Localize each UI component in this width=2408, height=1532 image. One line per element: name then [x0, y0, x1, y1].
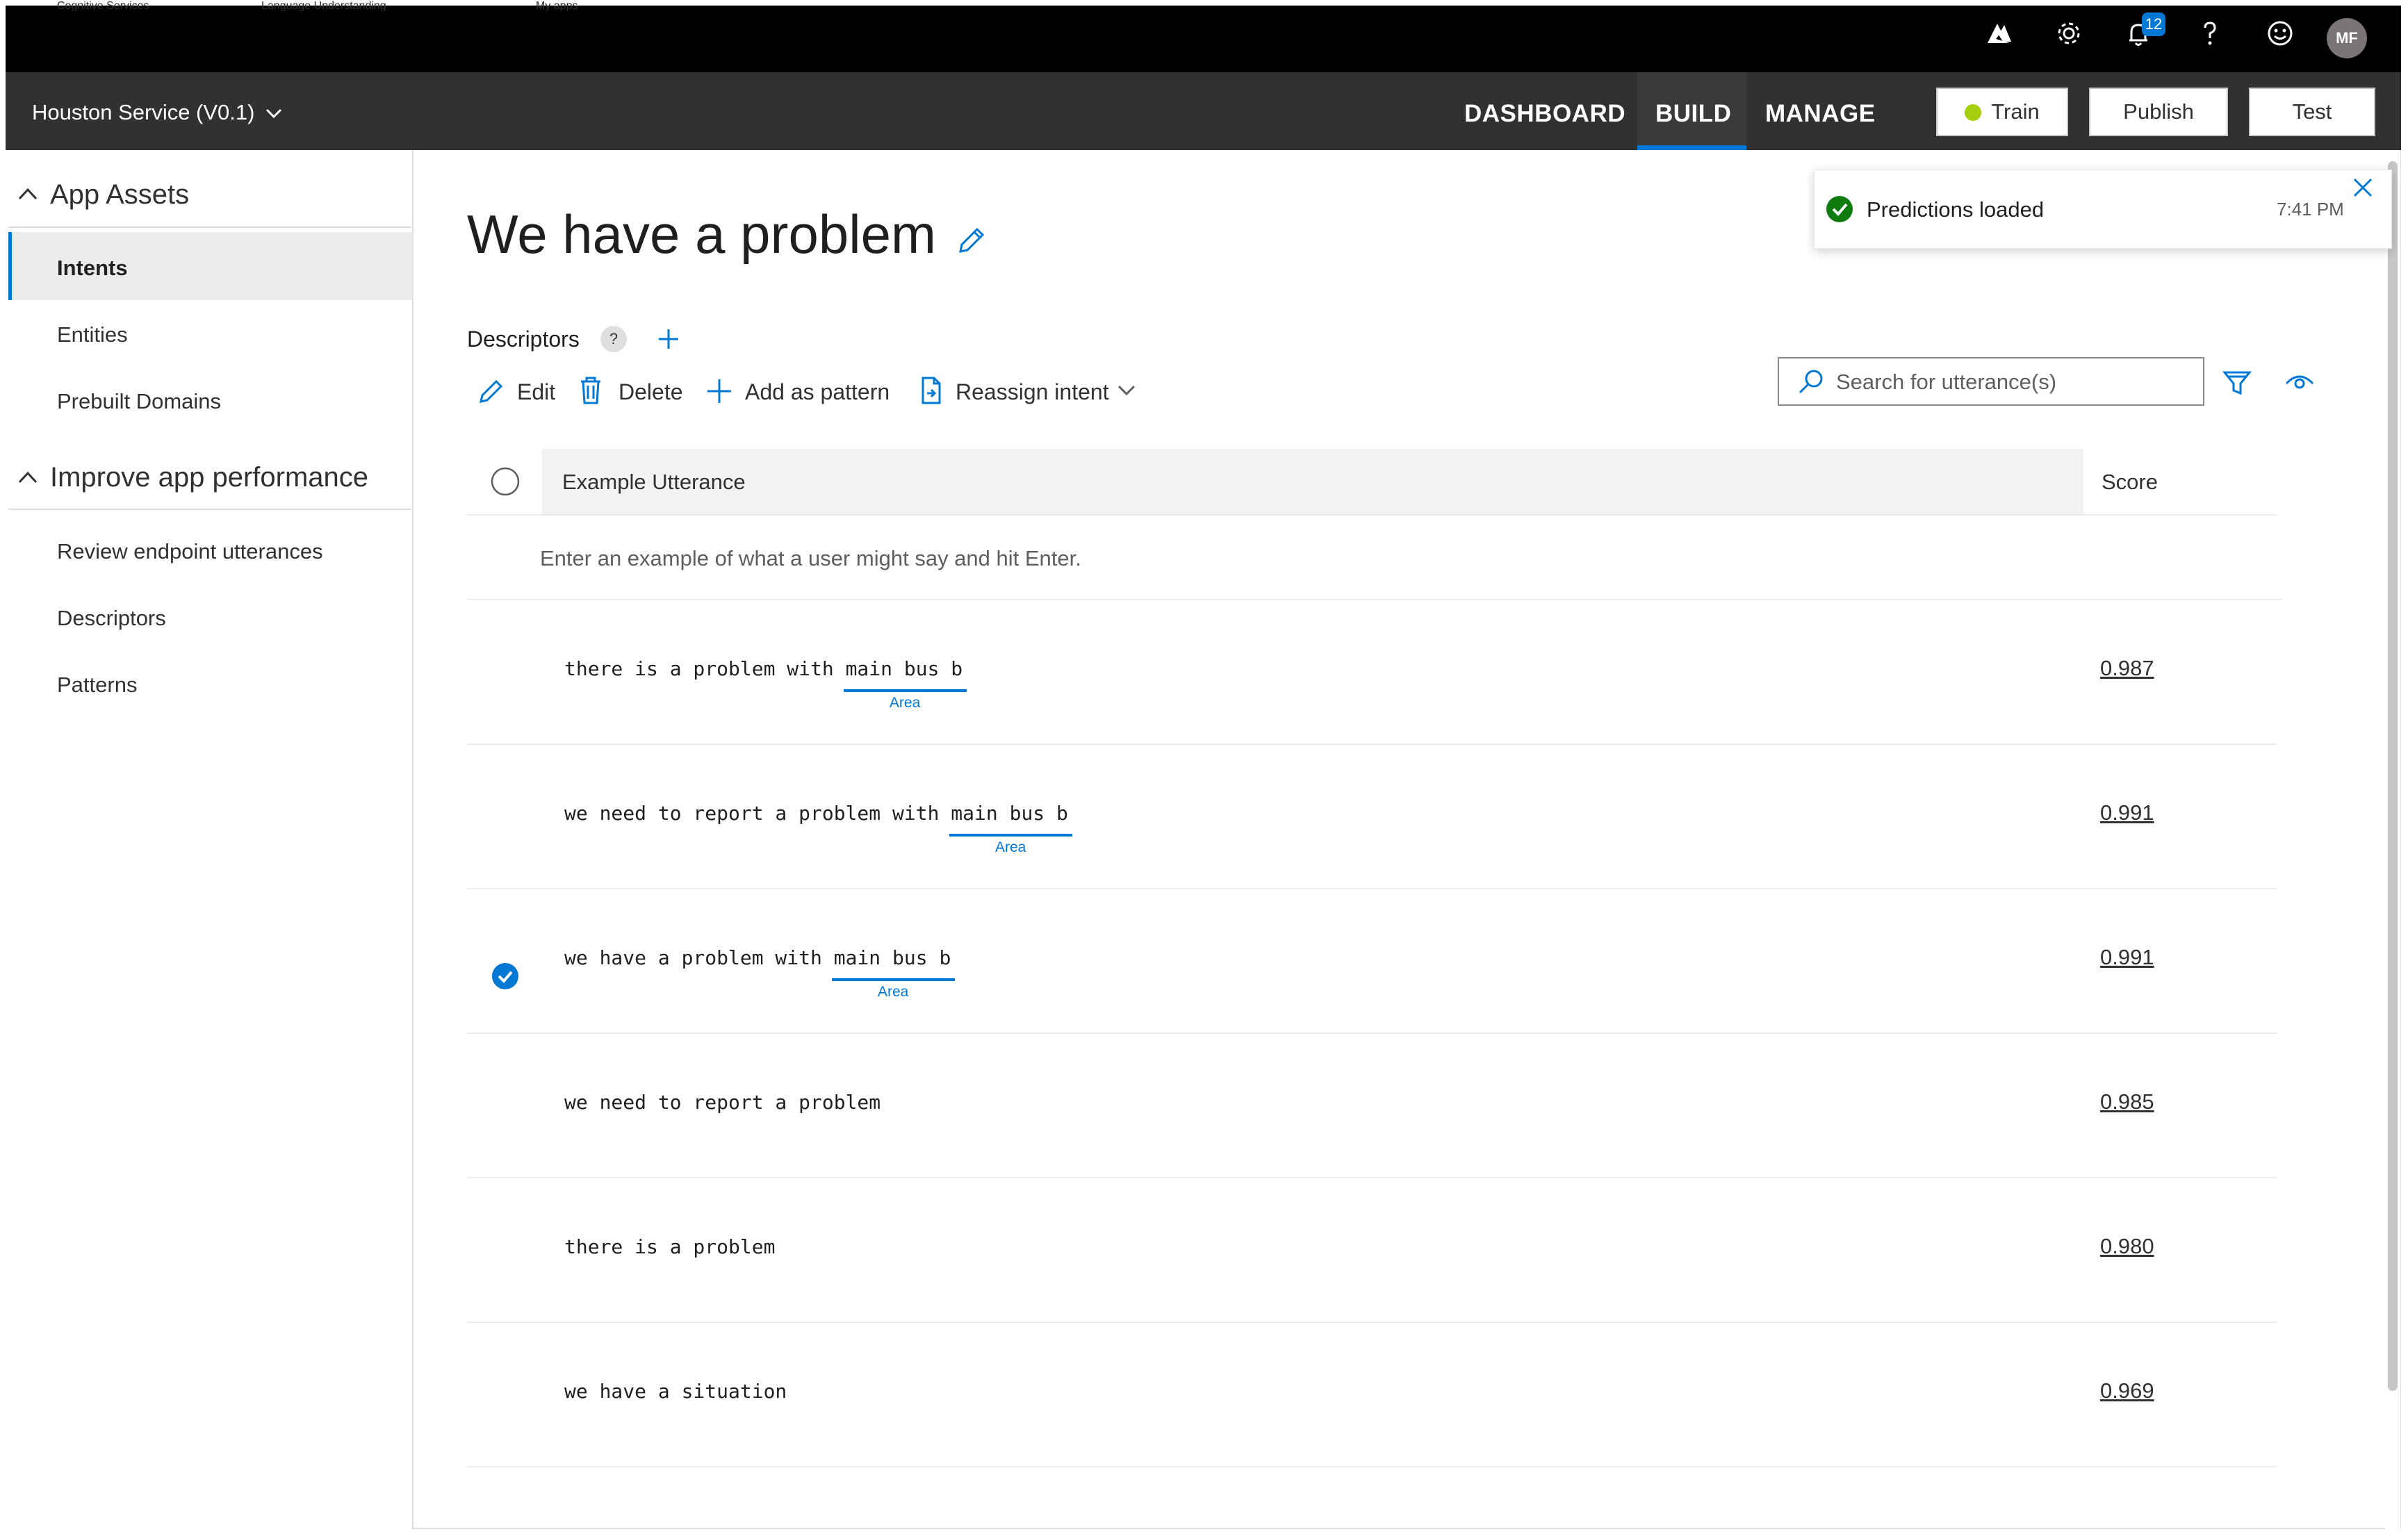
add-as-pattern-button[interactable]: Add as pattern — [745, 379, 890, 405]
gear-icon[interactable] — [2054, 18, 2084, 49]
score-link[interactable]: 0.969 — [2100, 1378, 2154, 1403]
sidebar — [6, 150, 413, 1529]
trash-icon[interactable] — [577, 375, 605, 406]
utterance-plain-text: we need to report a problem — [564, 1091, 881, 1114]
sidebar-item-descriptors[interactable]: Descriptors — [57, 606, 166, 631]
chevron-up-icon[interactable] — [17, 470, 39, 485]
success-check-icon — [1826, 196, 1853, 222]
table-header — [542, 449, 2083, 514]
column-header-score[interactable]: Score — [2102, 470, 2158, 495]
new-utterance-input[interactable]: Enter an example of what a user might sa… — [540, 546, 1081, 571]
table-divider — [467, 1321, 2277, 1323]
utterance-text[interactable]: we need to report a problem — [564, 1091, 881, 1114]
smiley-icon[interactable] — [2265, 18, 2295, 49]
utterance-text[interactable]: there is a problem with main bus b — [564, 657, 963, 680]
utterance-plain-text: we need to report a problem with — [564, 802, 951, 825]
search-placeholder: Search for utterance(s) — [1836, 370, 2057, 394]
section-divider — [8, 226, 411, 228]
entity-label[interactable]: Area — [832, 984, 955, 1000]
add-descriptor-icon[interactable] — [655, 325, 682, 353]
filter-icon[interactable] — [2221, 367, 2253, 399]
app-selector[interactable]: Houston Service (V0.1) — [32, 100, 283, 125]
table-divider — [467, 514, 2277, 516]
section-divider — [8, 509, 411, 510]
section-improve-app-performance[interactable]: Improve app performance — [50, 462, 368, 493]
table-divider — [467, 599, 2282, 600]
train-label: Train — [1991, 99, 2040, 124]
column-header-example-utterance[interactable]: Example Utterance — [562, 470, 746, 495]
table-divider — [467, 1032, 2277, 1034]
section-app-assets[interactable]: App Assets — [50, 179, 189, 211]
utterance-text[interactable]: there is a problem — [564, 1235, 775, 1258]
azure-icon[interactable] — [1983, 18, 2014, 49]
reassign-intent-button[interactable]: Reassign intent — [956, 379, 1109, 405]
close-icon[interactable] — [2350, 175, 2375, 200]
notification-count-badge: 12 — [2142, 13, 2165, 36]
train-status-dot — [1965, 104, 1982, 121]
score-link[interactable]: 0.985 — [2100, 1089, 2154, 1114]
row-checkbox-checked[interactable] — [492, 963, 518, 989]
entity-underline — [831, 978, 955, 981]
utterance-text[interactable]: we have a problem with main bus b — [564, 946, 951, 969]
eye-icon[interactable] — [2284, 368, 2316, 396]
utterance-text[interactable]: we need to report a problem with main bu… — [564, 802, 1068, 825]
reassign-icon[interactable] — [917, 375, 945, 406]
search-icon — [1799, 370, 1823, 394]
descriptors-label: Descriptors — [467, 327, 580, 352]
language-understanding-link[interactable]: Language Understanding — [261, 0, 386, 13]
utterance-text[interactable]: we have a situation — [564, 1380, 787, 1403]
utterance-plain-text: there is a problem — [564, 1235, 776, 1258]
entity-underline — [843, 689, 967, 692]
publish-button[interactable]: Publish — [2089, 88, 2228, 136]
score-link[interactable]: 0.987 — [2100, 656, 2154, 681]
my-apps-link[interactable]: My apps — [536, 0, 578, 13]
select-all-checkbox[interactable] — [489, 466, 521, 497]
edit-button[interactable]: Edit — [517, 379, 555, 405]
app-name: Houston Service (V0.1) — [32, 100, 255, 124]
utterance-plain-text: we have a problem with — [564, 946, 834, 969]
entity-underline — [949, 834, 1072, 837]
help-icon[interactable]: ? — [600, 326, 627, 352]
entity-token[interactable]: main bus b — [846, 657, 963, 680]
avatar[interactable]: MF — [2327, 18, 2367, 58]
sidebar-item-patterns[interactable]: Patterns — [57, 673, 137, 698]
score-link[interactable]: 0.991 — [2100, 800, 2154, 825]
help-icon[interactable] — [2195, 18, 2225, 49]
test-button[interactable]: Test — [2249, 88, 2375, 136]
sidebar-item-review-endpoint-utterances[interactable]: Review endpoint utterances — [57, 539, 323, 564]
edit-icon[interactable] — [477, 377, 506, 406]
score-link[interactable]: 0.991 — [2100, 945, 2154, 970]
toast-message: Predictions loaded — [1867, 197, 2045, 222]
chevron-down-icon[interactable] — [1116, 384, 1137, 397]
utterance-plain-text: we have a situation — [564, 1380, 787, 1403]
chevron-down-icon — [266, 108, 282, 119]
entity-token[interactable]: main bus b — [951, 802, 1068, 825]
tab-dashboard[interactable]: DASHBOARD — [1464, 100, 1625, 128]
top-bar — [6, 6, 2401, 72]
utterance-plain-text: there is a problem with — [564, 657, 846, 680]
tab-manage[interactable]: MANAGE — [1765, 100, 1876, 128]
score-link[interactable]: 0.980 — [2100, 1234, 2154, 1259]
scrollbar-thumb[interactable] — [2388, 161, 2398, 1391]
tab-build[interactable]: BUILD — [1655, 100, 1731, 128]
plus-icon[interactable] — [705, 377, 734, 406]
cognitive-services-link[interactable]: Cognitive Services — [57, 0, 149, 13]
table-divider — [467, 888, 2277, 889]
chevron-up-icon[interactable] — [17, 186, 39, 201]
sidebar-item-intents[interactable]: Intents — [57, 256, 128, 281]
table-divider — [467, 1466, 2277, 1467]
toast-time: 7:41 PM — [2277, 199, 2344, 220]
pencil-icon[interactable] — [955, 224, 988, 257]
sidebar-item-entities[interactable]: Entities — [57, 322, 128, 347]
entity-token[interactable]: main bus b — [834, 946, 951, 969]
page-title: We have a problem — [467, 204, 936, 265]
sidebar-item-prebuilt-domains[interactable]: Prebuilt Domains — [57, 389, 221, 414]
delete-button[interactable]: Delete — [619, 379, 683, 405]
train-button[interactable]: Train — [1936, 88, 2068, 136]
entity-label[interactable]: Area — [844, 695, 967, 711]
entity-label[interactable]: Area — [949, 839, 1072, 856]
table-divider — [467, 743, 2277, 745]
table-divider — [467, 1177, 2277, 1178]
